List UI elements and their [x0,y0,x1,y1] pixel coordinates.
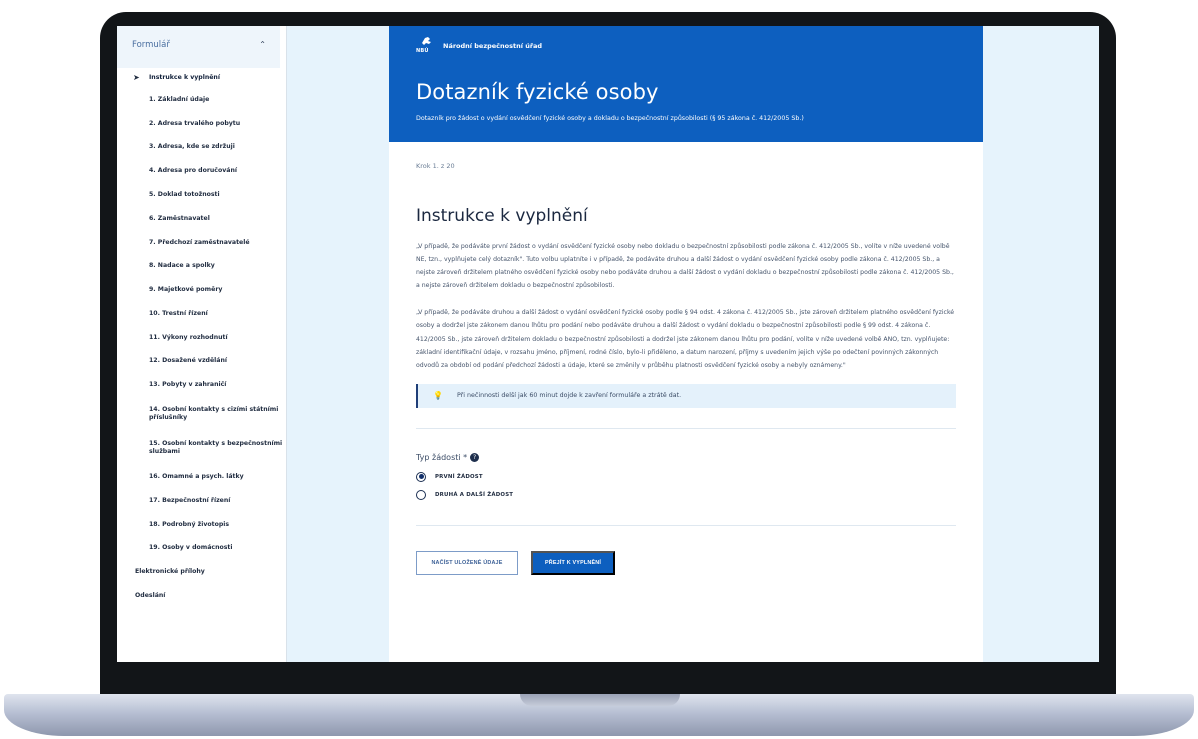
laptop-base-notch [520,694,680,706]
logo-text: NBÚ [416,48,429,54]
request-type-label: Typ žádosti * ? [416,452,956,462]
sidebar-item-label: 11. Výkony rozhodnutí [149,333,228,341]
sidebar-item-delivery-address[interactable]: 4. Adresa pro doručování [117,159,286,183]
sidebar-item-employer[interactable]: 6. Zaměstnavatel [117,207,286,231]
sidebar-item-identity-document[interactable]: 5. Doklad totožnosti [117,183,286,207]
sidebar-item-criminal-proceedings[interactable]: 10. Trestní řízení [117,302,286,326]
sidebar-item-stays-abroad[interactable]: 13. Pobyty v zahraničí [117,374,286,398]
sidebar-item-security-contacts[interactable]: 15. Osobní kontakty s bezpečnostními slu… [117,431,286,465]
sidebar-item-residence-address[interactable]: 3. Adresa, kde se zdržuji [117,136,286,160]
section-title: Instrukce k vyplnění [416,206,588,226]
form-navigation: ➤ Instrukce k vyplnění 1. Základní údaje… [117,68,286,608]
step-indicator: Krok 1. z 20 [416,162,455,170]
page-background-left [287,26,389,662]
sidebar-item-label: 19. Osoby v domácnosti [149,544,233,552]
sidebar-item-basic-info[interactable]: 1. Základní údaje [117,88,286,112]
radio-button[interactable] [416,489,426,500]
sidebar-item-label: 15. Osobní kontakty s bezpečnostními slu… [149,440,283,456]
form-sidebar: Formulář ⌃ ➤ Instrukce k vyplnění 1. Zák… [117,26,287,662]
sidebar-item-label: 17. Bezpečnostní řízení [149,496,231,504]
page-subtitle: Dotazník pro žádost o vydání osvědčení f… [416,115,804,122]
sidebar-header[interactable]: Formulář ⌃ [117,26,280,68]
page-background-right [983,26,1099,662]
sidebar-item-attachments[interactable]: Elektronické přílohy [117,561,286,585]
sidebar-item-enforcement[interactable]: 11. Výkony rozhodnutí [117,326,286,350]
inactivity-notice: 💡 Při nečinnosti delší jak 60 minut dojd… [416,383,956,408]
sidebar-item-label: 16. Omamné a psych. látky [149,473,244,481]
sidebar-item-label: 5. Doklad totožnosti [149,190,220,198]
sidebar-item-education[interactable]: 12. Dosažené vzdělání [117,350,286,374]
sidebar-item-label: Odeslání [135,592,166,600]
sidebar-item-label: 4. Adresa pro doručování [149,167,237,175]
sidebar-item-label: 6. Zaměstnavatel [149,214,210,222]
sidebar-item-label: 10. Trestní řízení [149,309,208,317]
sidebar-item-household[interactable]: 19. Osoby v domácnosti [117,537,286,561]
sidebar-item-label: 8. Nadace a spolky [149,262,215,270]
app-screen: Formulář ⌃ ➤ Instrukce k vyplnění 1. Zák… [117,26,1099,662]
sidebar-item-label: 9. Majetkové poměry [149,286,223,294]
sidebar-item-foreign-contacts[interactable]: 14. Osobní kontakty s cizími státními př… [117,397,286,431]
start-filling-button[interactable]: PŘEJÍT K VYPLNĚNÍ [531,550,615,575]
agency-brand[interactable]: NBÚ Národní bezpečnostní úřad [416,26,983,58]
sidebar-item-label: 2. Adresa trvalého pobytu [149,119,241,127]
lightbulb-icon: 💡 [433,391,443,401]
sidebar-item-security-proceedings[interactable]: 17. Bezpečnostní řízení [117,489,286,513]
form-actions: NAČÍST ULOŽENÉ ÚDAJE PŘEJÍT K VYPLNĚNÍ [416,550,956,575]
radio-first-request[interactable]: PRVNÍ ŽÁDOST [416,471,956,482]
chevron-up-icon[interactable]: ⌃ [259,40,266,68]
instruction-paragraph: „V případě, že podáváte první žádost o v… [416,243,954,290]
form-main: NBÚ Národní bezpečnostní úřad Dotazník f… [389,26,983,662]
sidebar-item-cv[interactable]: 18. Podrobný životopis [117,513,286,537]
agency-name: Národní bezpečnostní úřad [443,42,543,50]
sidebar-item-label: 13. Pobyty v zahraničí [149,381,227,389]
divider [416,524,956,526]
sidebar-item-label: 18. Podrobný životopis [149,520,230,528]
divider [416,427,956,429]
sidebar-item-label: 1. Základní údaje [149,95,210,103]
sidebar-item-label: Instrukce k vyplnění [149,73,220,81]
radio-repeat-request[interactable]: DRUHÁ A DALŠÍ ŽÁDOST [416,489,956,500]
sidebar-item-label: 3. Adresa, kde se zdržuji [149,143,235,151]
request-type-text: Typ žádosti * [416,452,468,462]
radio-label: PRVNÍ ŽÁDOST [435,473,483,480]
instruction-paragraph: „V případě, že podáváte druhou a další ž… [416,309,955,369]
notice-text: Při nečinnosti delší jak 60 minut dojde … [456,392,682,400]
sidebar-item-label: 7. Předchozí zaměstnavatelé [149,238,250,246]
form-content: Krok 1. z 20 Instrukce k vyplnění „V pří… [389,142,983,575]
sidebar-item-instructions[interactable]: ➤ Instrukce k vyplnění [117,68,286,88]
sidebar-title: Formulář [132,40,170,50]
sidebar-item-previous-employers[interactable]: 7. Předchozí zaměstnavatelé [117,231,286,255]
lion-emblem-icon: NBÚ [416,36,436,56]
sidebar-item-label: Elektronické přílohy [135,568,205,576]
laptop-screen-bezel [117,662,1099,690]
sidebar-item-permanent-address[interactable]: 2. Adresa trvalého pobytu [117,112,286,136]
sidebar-item-property[interactable]: 9. Majetkové poměry [117,278,286,302]
sidebar-item-label: 12. Dosažené vzdělání [149,357,227,365]
radio-button-checked[interactable] [416,471,426,482]
load-saved-data-button[interactable]: NAČÍST ULOŽENÉ ÚDAJE [416,550,518,575]
radio-label: DRUHÁ A DALŠÍ ŽÁDOST [435,491,514,498]
sidebar-item-label: 14. Osobní kontakty s cizími státními př… [149,406,279,422]
sidebar-item-substances[interactable]: 16. Omamné a psych. látky [117,465,286,489]
sidebar-item-submit[interactable]: Odeslání [117,584,286,608]
question-circle-icon[interactable]: ? [470,452,480,462]
sidebar-item-foundations[interactable]: 8. Nadace a spolky [117,255,286,279]
chevron-right-icon: ➤ [133,72,140,82]
page-title: Dotazník fyzické osoby [416,80,659,104]
page-header: NBÚ Národní bezpečnostní úřad Dotazník f… [389,26,983,142]
